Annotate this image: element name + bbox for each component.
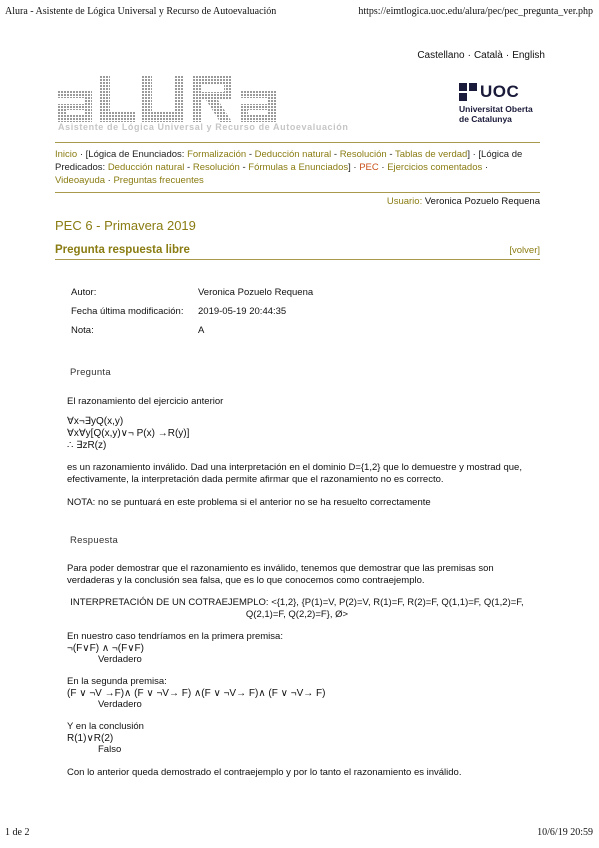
premise-2: ∀x∀y[Q(x,y)∨¬ P(x) →R(y)]: [67, 428, 190, 439]
modified-value: 2019-05-19 20:44:35: [198, 306, 287, 317]
nav-resolucion-predicados[interactable]: Resolución: [193, 162, 240, 173]
language-selector: Castellano · Català · English: [417, 50, 545, 61]
lang-catala[interactable]: Català: [474, 50, 503, 61]
case1-formula: ¬(F∨F) ∧ ¬(F∨F): [67, 643, 144, 654]
uoc-name-line1: Universitat Oberta: [459, 104, 533, 114]
case2-label: En la segunda premisa:: [67, 676, 167, 687]
question-intro: El razonamiento del ejercicio anterior: [67, 396, 224, 407]
question-note: NOTA: no se puntuará en este problema si…: [67, 497, 431, 508]
answer-intro: Para poder demostrar que el razonamiento…: [67, 563, 494, 586]
section-title: Pregunta respuesta libre: [55, 244, 190, 256]
uoc-emblem-icon: [459, 83, 477, 101]
page-title: PEC 6 - Primavera 2019: [55, 218, 196, 233]
author-value: Veronica Pozuelo Requena: [198, 287, 314, 298]
print-datetime: 10/6/19 20:59: [537, 827, 593, 838]
uoc-name-line2: de Catalunya: [459, 114, 512, 124]
user-info: Usuario: Veronica Pozuelo Requena: [387, 196, 540, 207]
lang-castellano[interactable]: Castellano: [417, 50, 464, 61]
nav-formalizacion[interactable]: Formalización: [187, 149, 246, 160]
uoc-logo-text: UOC: [480, 82, 520, 101]
interpretation-line1: INTERPRETACIÓN DE UN COTRAEJEMPLO: <{1,2…: [70, 597, 524, 608]
back-link[interactable]: [volver]: [509, 245, 540, 256]
header-divider: [55, 142, 540, 143]
print-page-url: https://eimtlogica.uoc.edu/alura/pec/pec…: [358, 6, 593, 17]
case2-result: Verdadero: [98, 699, 142, 710]
nav-preguntas-frecuentes[interactable]: Preguntas frecuentes: [113, 175, 203, 186]
premise-1: ∀x¬∃yQ(x,y): [67, 416, 124, 427]
interpretation-line2: Q(2,1)=F, Q(2,2)=F}, Ø>: [245, 609, 349, 620]
case1-result: Verdadero: [98, 654, 142, 665]
user-label: Usuario:: [386, 196, 423, 207]
main-navigation: Inicio · [Lógica de Enunciados: Formaliz…: [55, 149, 523, 186]
nav-pec[interactable]: PEC: [359, 162, 379, 173]
grade-value: A: [198, 325, 205, 336]
case3-label: Y en la conclusión: [67, 721, 144, 732]
question-heading: Pregunta: [70, 367, 111, 378]
alura-subtitle: Asistente de Lógica Universal y Recurso …: [58, 122, 349, 132]
question-body: es un razonamiento inválido. Dad una int…: [67, 462, 522, 485]
answer-heading: Respuesta: [70, 535, 119, 546]
nav-enunciados-label: [Lógica de Enunciados:: [85, 149, 185, 160]
print-page-title: Alura - Asistente de Lógica Universal y …: [5, 6, 277, 17]
case2-formula: (F ∨ ¬V →F)∧ (F ∨ ¬V→ F) ∧(F ∨ ¬V→ F)∧ (…: [67, 688, 326, 699]
nav-deduccion-enunciados[interactable]: Deducción natural: [255, 149, 332, 160]
nav-deduccion-predicados[interactable]: Deducción natural: [108, 162, 185, 173]
case3-result: Falso: [98, 744, 122, 755]
nav-videoayuda[interactable]: Videoayuda: [55, 175, 105, 186]
user-name: Veronica Pozuelo Requena: [424, 196, 540, 207]
case1-label: En nuestro caso tendríamos en la primera…: [67, 631, 283, 642]
grade-label: Nota:: [71, 325, 94, 336]
nav-formulas-enunciados[interactable]: Fórmulas a Enunciados: [248, 162, 348, 173]
alura-logo: [58, 76, 276, 122]
lang-english[interactable]: English: [512, 50, 545, 61]
print-page-number: 1 de 2: [5, 827, 30, 838]
case3-formula: R(1)∨R(2): [67, 733, 114, 744]
answer-conclusion: Con lo anterior queda demostrado el cont…: [67, 767, 462, 778]
nav-ejercicios-comentados[interactable]: Ejercicios comentados: [387, 162, 482, 173]
modified-label: Fecha última modificación:: [71, 306, 184, 317]
nav-tablas-verdad[interactable]: Tablas de verdad: [395, 149, 467, 160]
nav-inicio[interactable]: Inicio: [55, 149, 77, 160]
nav-resolucion-enunciados[interactable]: Resolución: [340, 149, 387, 160]
conclusion: ∴ ∃zR(z): [67, 440, 107, 451]
author-label: Autor:: [71, 287, 97, 298]
section-divider: [55, 259, 540, 260]
nav-divider: [55, 192, 540, 193]
